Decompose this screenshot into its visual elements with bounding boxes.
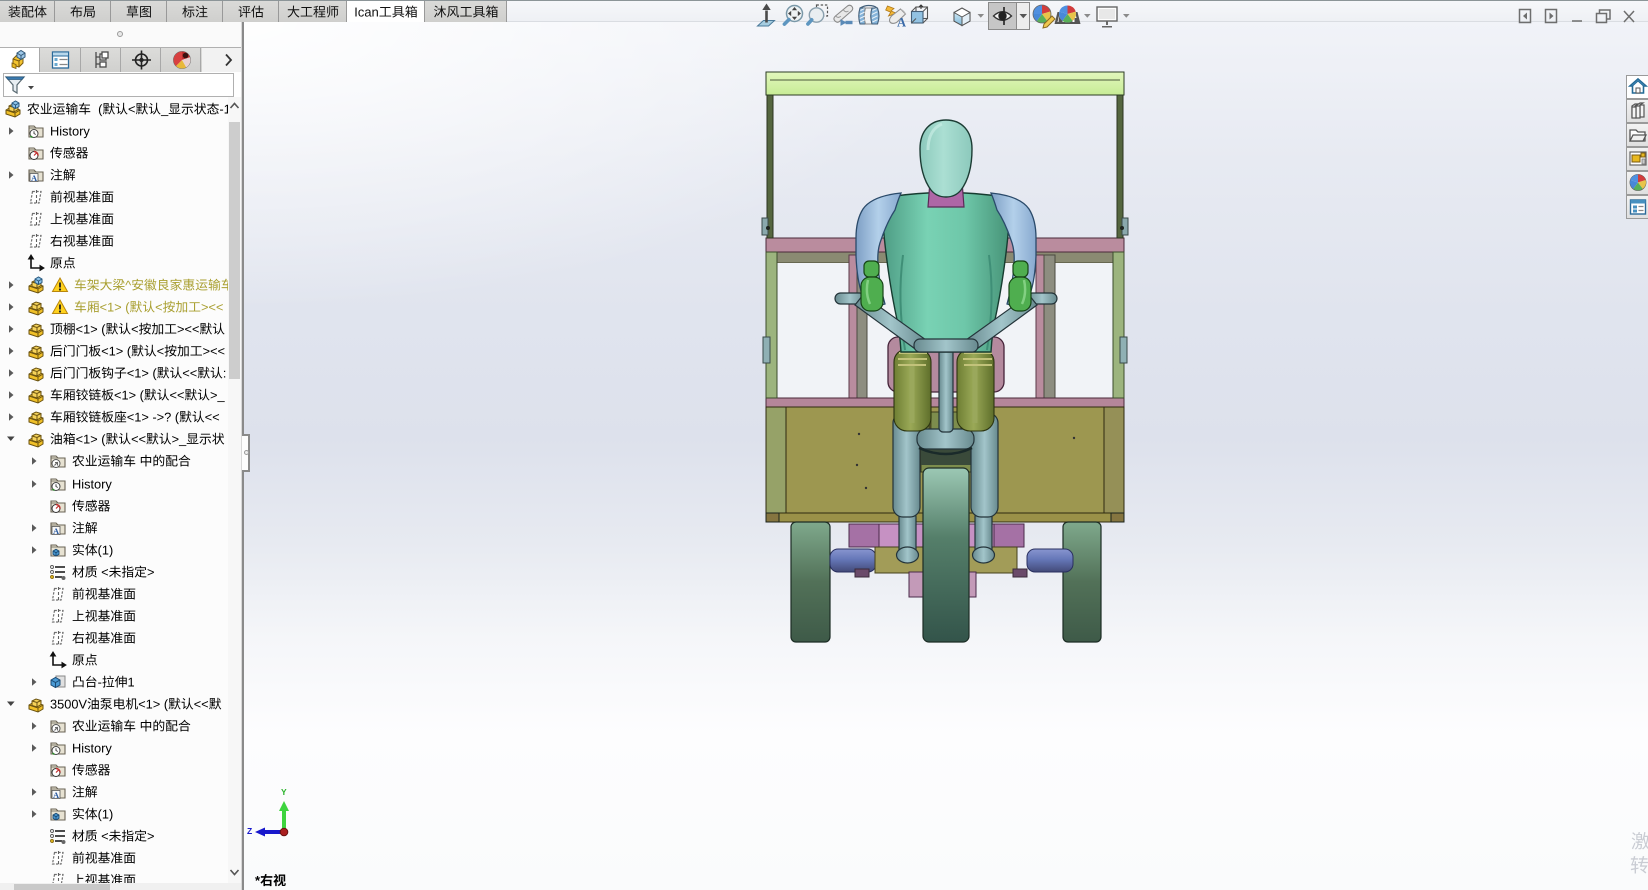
- svg-text:A: A: [897, 16, 906, 30]
